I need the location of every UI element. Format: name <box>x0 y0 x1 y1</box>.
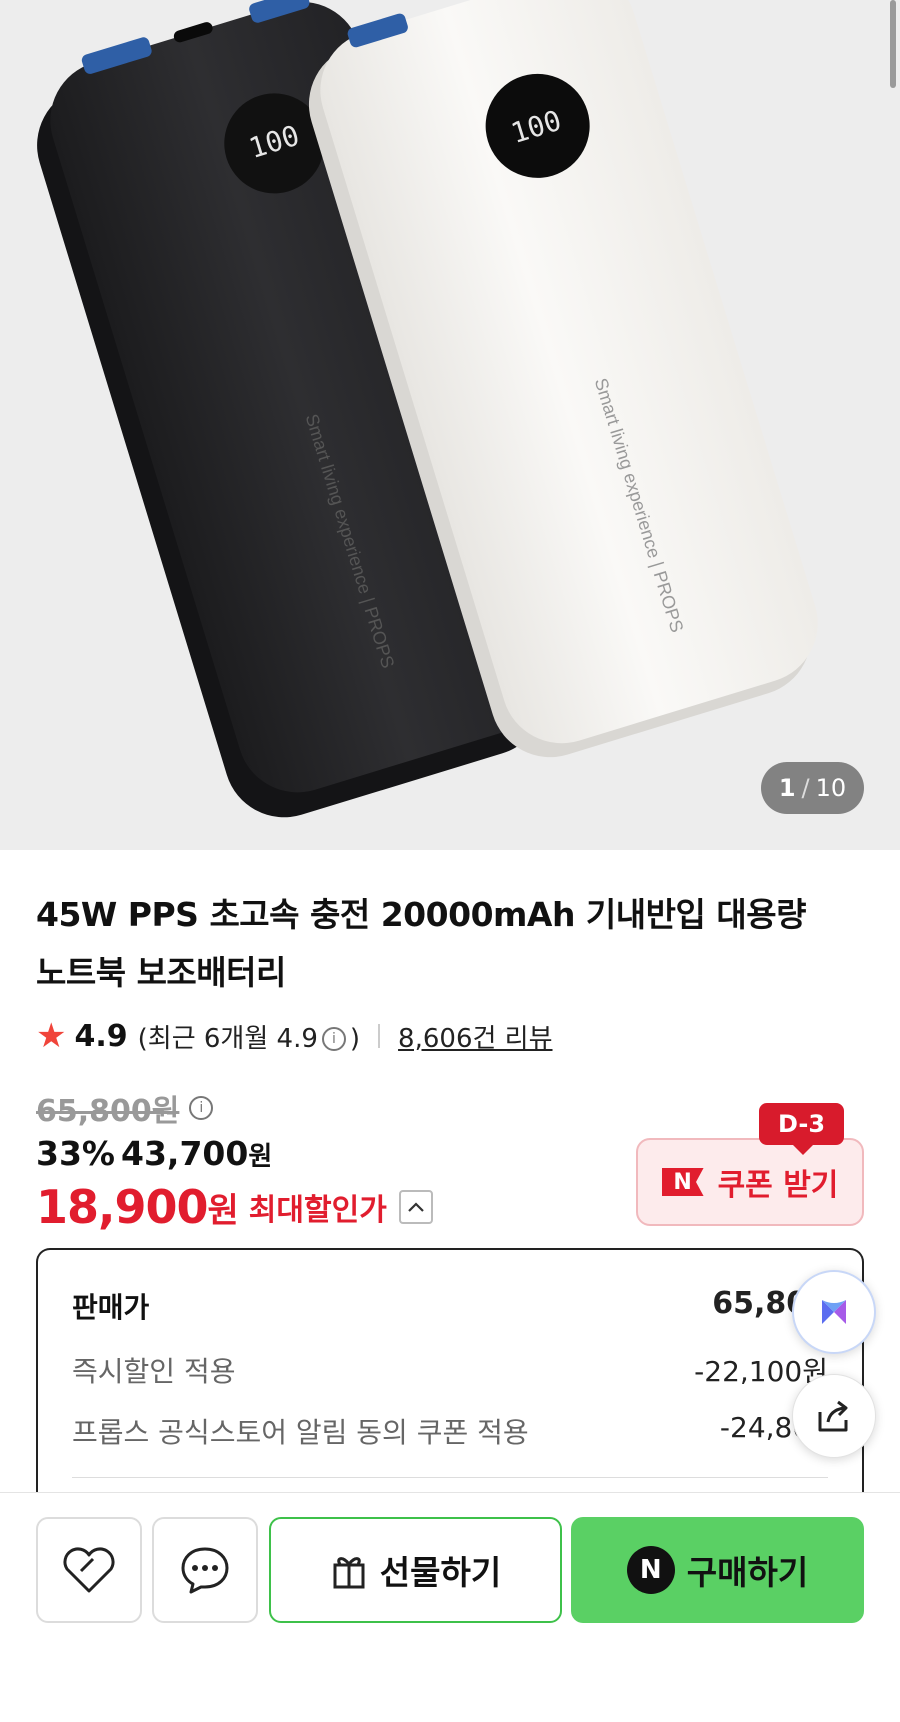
rating-score: 4.9 <box>74 1018 128 1054</box>
chat-bubble-icon <box>181 1547 229 1594</box>
page-scrollbar[interactable] <box>890 0 896 88</box>
wishlist-button[interactable] <box>36 1517 142 1623</box>
chevron-up-icon[interactable] <box>398 1190 433 1224</box>
original-price-row: 65,800원 i <box>36 1086 217 1130</box>
rating-row: ★ 4.9 (최근 6개월 4.9 i) 8,606건 리뷰 <box>36 1016 553 1056</box>
recent-rating: (최근 6개월 4.9 i) <box>138 1018 360 1055</box>
breakdown-label: 프롭스 공식스토어 알림 동의 쿠폰 적용 <box>72 1416 529 1449</box>
sale-price: 43,700 <box>121 1134 249 1173</box>
breakdown-row: 판매가 65,800 <box>72 1286 828 1326</box>
image-counter: 1 / 10 <box>761 762 864 814</box>
share-icon <box>818 1400 848 1432</box>
product-title-line2: 노트북 보조배터리 <box>36 953 286 992</box>
image-counter-total: 10 <box>815 774 847 802</box>
breakdown-label: 판매가 <box>72 1291 150 1324</box>
gift-label: 선물하기 <box>379 1553 502 1592</box>
breakdown-row: 프롭스 공식스토어 알림 동의 쿠폰 적용 -24,800 <box>72 1411 828 1451</box>
ai-assistant-button[interactable] <box>792 1270 876 1354</box>
max-discount-unit: 원 <box>207 1190 239 1231</box>
image-counter-current: 1 <box>778 774 796 802</box>
info-icon[interactable]: i <box>321 1027 346 1051</box>
product-title: 45W PPS 초고속 충전 20000mAh 기내반입 대용량 노트북 보조배… <box>36 886 866 1002</box>
recent-rating-close: ) <box>349 1023 361 1054</box>
breakdown-row: 즉시할인 적용 -22,100원 <box>72 1350 828 1390</box>
coupon-button[interactable]: N 쿠폰 받기 <box>636 1138 864 1226</box>
gift-icon <box>333 1557 365 1589</box>
bottom-action-bar: 선물하기 N 구매하기 <box>0 1492 900 1722</box>
coupon-label: 쿠폰 받기 <box>717 1168 839 1203</box>
share-button[interactable] <box>792 1374 876 1458</box>
breakdown-divider <box>72 1477 828 1478</box>
gift-button[interactable]: 선물하기 <box>269 1517 562 1623</box>
ai-sparkle-icon <box>822 1300 846 1324</box>
naver-coupon-icon: N <box>661 1168 704 1196</box>
price-breakdown: 판매가 65,800 즉시할인 적용 -22,100원 프롭스 공식스토어 알림… <box>36 1248 864 1498</box>
image-counter-separator: / <box>801 774 810 802</box>
product-image: 100 Smart living experience | PROPS 100 … <box>37 0 818 818</box>
original-price: 65,800원 <box>36 1094 180 1129</box>
buy-label: 구매하기 <box>686 1553 809 1592</box>
sale-price-unit: 원 <box>248 1142 273 1172</box>
review-count-link[interactable]: 8,606건 리뷰 <box>398 1018 552 1055</box>
max-discount-row[interactable]: 18,900 원 최대할인가 <box>36 1180 433 1234</box>
recent-rating-text: (최근 6개월 4.9 <box>137 1023 318 1054</box>
product-image-gallery[interactable]: 100 Smart living experience | PROPS 100 … <box>0 0 900 850</box>
star-icon: ★ <box>36 1016 67 1056</box>
sale-price-row: 33% 43,700 원 <box>36 1134 272 1173</box>
heart-icon <box>63 1547 115 1593</box>
max-discount-price: 18,900 <box>36 1180 209 1234</box>
discount-percent: 33% <box>36 1134 115 1173</box>
inquiry-button[interactable] <box>152 1517 258 1623</box>
product-title-line1: 45W PPS 초고속 충전 20000mAh 기내반입 대용량 <box>36 895 806 934</box>
buy-button[interactable]: N 구매하기 <box>571 1517 864 1623</box>
price-info-icon[interactable]: i <box>189 1096 214 1120</box>
divider <box>378 1024 381 1048</box>
max-discount-label: 최대할인가 <box>248 1193 387 1228</box>
naver-pay-icon: N <box>626 1546 675 1594</box>
dday-badge: D-3 <box>759 1103 844 1155</box>
breakdown-label: 즉시할인 적용 <box>72 1355 236 1388</box>
